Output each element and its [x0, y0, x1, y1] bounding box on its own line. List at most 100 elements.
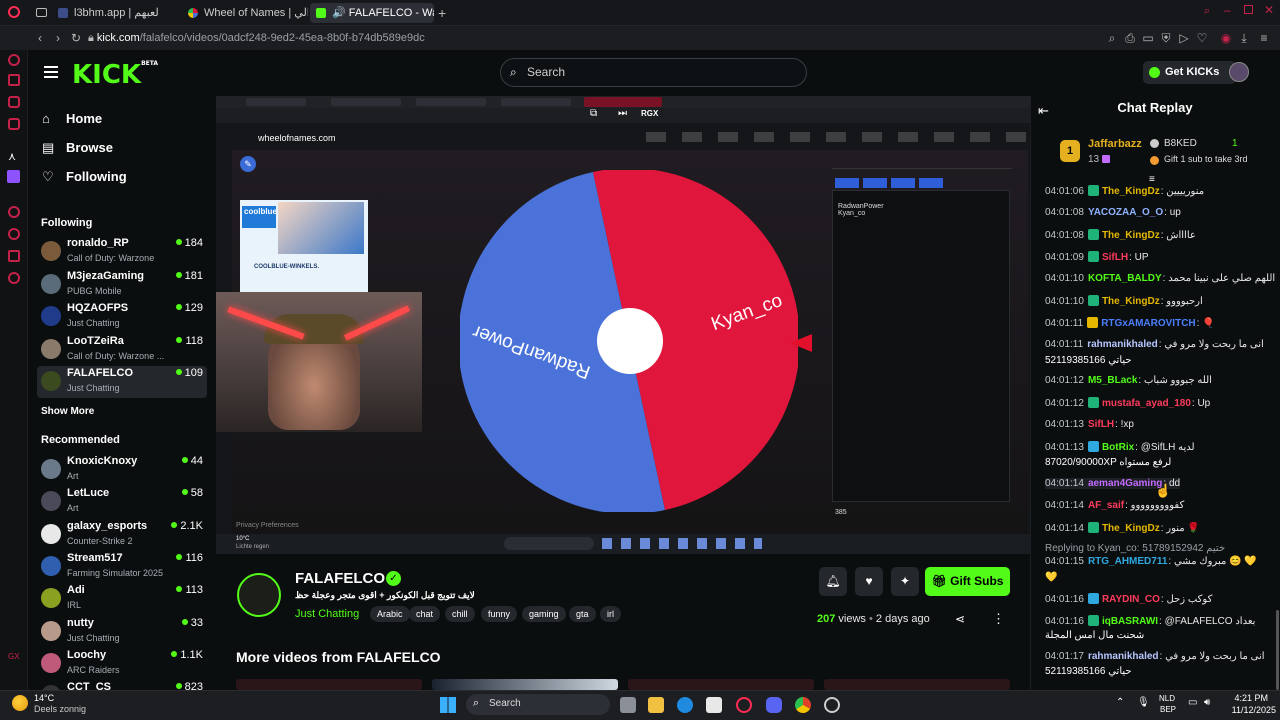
tray-overflow-icon[interactable]: ⌃ [1116, 697, 1124, 708]
download-icon[interactable]: ⤓ [1236, 30, 1252, 46]
task-view-icon[interactable] [620, 697, 636, 713]
sparkle-button[interactable]: ✦ [891, 567, 919, 596]
expand-leaderboard-icon[interactable]: ≡ [1149, 174, 1155, 185]
user-avatar[interactable] [1229, 62, 1249, 82]
search-input[interactable]: ⌕ Search [500, 58, 807, 87]
gx-control-icon[interactable] [8, 54, 20, 66]
new-tab-button[interactable]: + [438, 5, 446, 21]
minimize-icon[interactable]: – [1224, 3, 1231, 17]
operagx-logo-icon[interactable] [8, 6, 20, 18]
edge-icon[interactable] [677, 697, 693, 713]
channel-avatar[interactable] [237, 573, 281, 617]
play-icon[interactable]: ▷ [1176, 30, 1192, 46]
discord-icon[interactable] [766, 697, 782, 713]
gx-corner-icon[interactable] [8, 74, 20, 86]
operagx-taskbar-icon[interactable] [736, 697, 752, 713]
close-window-icon[interactable]: ✕ [1264, 3, 1274, 17]
zoom-icon[interactable]: ⌕ [1104, 30, 1120, 46]
hamburger-menu-icon[interactable] [44, 66, 58, 78]
keyboard-layout[interactable]: BEP [1160, 705, 1176, 714]
sidebar-channel-m3jezagaming[interactable]: M3jezaGaming PUBG Mobile 181 [37, 269, 207, 301]
shield-icon[interactable]: ⛨ [1158, 30, 1174, 46]
sidebar-channel-stream517[interactable]: Stream517 Farming Simulator 2025 116 [37, 551, 207, 583]
chat-username[interactable]: AF_saif [1088, 500, 1124, 511]
follow-heart-button[interactable]: ♥ [855, 567, 883, 596]
volume-icon[interactable]: 🔊︎ [1204, 697, 1210, 708]
reload-icon[interactable]: ↻ [68, 30, 84, 46]
show-more-button[interactable]: Show More [41, 406, 94, 417]
chat-username[interactable]: YACOZAA_O_O [1088, 207, 1163, 218]
network-icon[interactable]: ▭ [1188, 697, 1197, 708]
sidebar-channel-letluce[interactable]: LetLuce Art 58 [37, 486, 207, 518]
bookmark-icon[interactable]: ⎙ [1122, 30, 1138, 46]
sidebar-channel-lootzeira[interactable]: LooTZeiRa Call of Duty: Warzone ... 118 [37, 334, 207, 366]
kick-side-icon[interactable]: ⋏ [8, 150, 16, 163]
app-icon[interactable] [824, 697, 840, 713]
chat-username[interactable]: aeman4Gaming [1088, 478, 1162, 489]
chat-username[interactable]: The_KingDz [1102, 523, 1160, 534]
gx-bottom-icon[interactable]: GX [8, 652, 20, 661]
window-search-icon[interactable]: ⌕ [1204, 5, 1210, 18]
chat-username[interactable]: mustafa_ayad_180 [1102, 398, 1191, 409]
browser-tab-l3bhm[interactable]: l3bhm.app | لعبهم [52, 3, 182, 23]
chat-username[interactable]: The_KingDz [1102, 230, 1160, 241]
gx-instagram-icon[interactable] [8, 118, 20, 130]
sidebar-channel-ronaldo_rp[interactable]: ronaldo_RP Call of Duty: Warzone 184 [37, 236, 207, 268]
chrome-icon[interactable] [795, 697, 811, 713]
chat-username[interactable]: KOFTA_BALDY [1088, 273, 1162, 284]
chat-username[interactable]: SifLH [1102, 252, 1128, 263]
get-kicks-button[interactable]: Get KICKs [1143, 61, 1236, 84]
sidebar-channel-adi[interactable]: Adi IRL 113 [37, 583, 207, 615]
taskbar-search[interactable]: ⌕ Search [466, 694, 610, 715]
weather-icon[interactable] [12, 695, 28, 711]
tag-gta[interactable]: gta [569, 606, 596, 622]
gift-subs-button[interactable]: 🎁︎ Gift Subs [925, 567, 1010, 596]
forward-icon[interactable]: › [50, 30, 66, 46]
store-icon[interactable] [706, 697, 722, 713]
browser-tab-kick[interactable]: 🔊 FALAFELCO - Watch t [310, 3, 434, 23]
chat-username[interactable]: BotRix [1102, 442, 1134, 453]
speaker-icon[interactable]: 🔊 [332, 7, 349, 19]
sidebar-channel-galaxy_esports[interactable]: galaxy_esports Counter-Strike 2 2.1K [37, 519, 207, 551]
tag-irl[interactable]: irl [600, 606, 621, 622]
language-indicator[interactable]: NLD [1159, 694, 1175, 703]
chat-username[interactable]: The_KingDz [1102, 296, 1160, 307]
channel-name[interactable]: FALAFELCO [295, 570, 385, 587]
heart-bookmark-icon[interactable]: ♡ [1194, 30, 1210, 46]
maximize-icon[interactable] [1244, 5, 1253, 14]
video-thumbnail[interactable] [824, 679, 1010, 690]
chat-username[interactable]: rahmanikhaled [1088, 651, 1159, 662]
gx-player-icon[interactable] [8, 206, 20, 218]
clock-time[interactable]: 4:21 PM [1228, 693, 1268, 703]
tag-chill[interactable]: chill [445, 606, 475, 622]
chat-username[interactable]: The_KingDz [1102, 186, 1160, 197]
sidebar-channel-nutty[interactable]: nutty Just Chatting 33 [37, 616, 207, 648]
tab-sidebar-toggle-icon[interactable] [36, 8, 47, 17]
more-options-icon[interactable]: ⋮ [992, 611, 1005, 627]
sidebar-channel-loochy[interactable]: Loochy ARC Raiders 1.1K [37, 648, 207, 680]
gx-history-icon[interactable] [8, 228, 20, 240]
sidebar-channel-knoxicknoxy[interactable]: KnoxicKnoxy Art 44 [37, 454, 207, 486]
start-button[interactable] [440, 697, 456, 713]
chat-username[interactable]: rahmanikhaled [1087, 339, 1158, 350]
notification-bell-button[interactable]: 🔔︎ [819, 567, 847, 596]
video-thumbnail[interactable] [628, 679, 814, 690]
mic-icon[interactable]: 🎙︎ [1137, 697, 1150, 708]
chat-username[interactable]: iqBASRAWI [1102, 616, 1158, 627]
file-explorer-icon[interactable] [648, 697, 664, 713]
browser-tab-wheel[interactable]: Wheel of Names | شوالي [182, 3, 308, 23]
gx-extensions-icon[interactable] [8, 250, 20, 262]
chat-username[interactable]: RTG_AHMED711 [1088, 556, 1167, 567]
sidebar-channel-falafelco[interactable]: FALAFELCO Just Chatting 109 [37, 366, 207, 398]
back-icon[interactable]: ‹ [32, 30, 48, 46]
gx-messenger-icon[interactable] [8, 96, 20, 108]
tag-chat[interactable]: chat [409, 606, 441, 622]
category-link[interactable]: Just Chatting [295, 608, 359, 620]
share-icon[interactable]: ⋖ [955, 612, 965, 626]
menu-icon[interactable]: ≡ [1256, 30, 1272, 46]
wallet-icon[interactable]: ▭ [1140, 30, 1156, 46]
chat-username[interactable]: RTGxAMAROVITCH [1101, 318, 1195, 329]
chat-username[interactable]: M5_BLack [1088, 375, 1137, 386]
chat-username[interactable]: SifLH [1088, 419, 1114, 430]
url-field[interactable]: 🔒︎ kick.com/falafelco/videos/0adcf248-9e… [88, 29, 1088, 47]
